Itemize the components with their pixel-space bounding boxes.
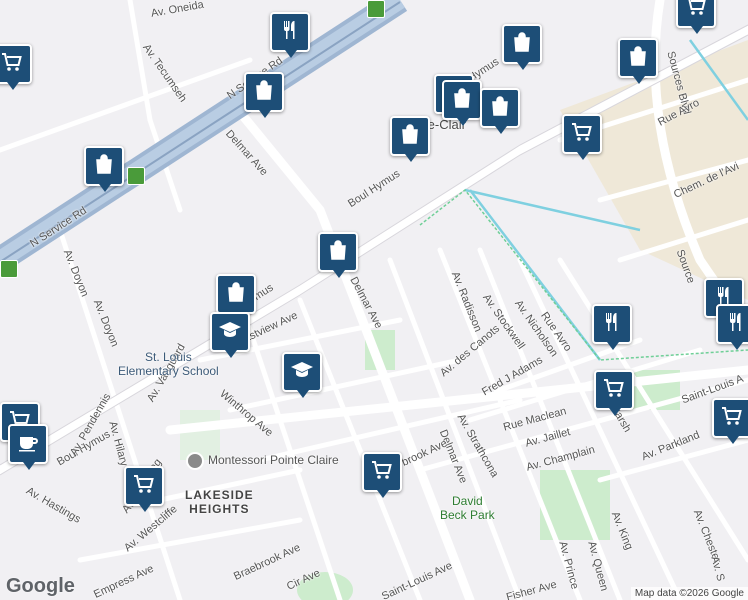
- shopping-bag-icon: [488, 94, 512, 123]
- map-attribution[interactable]: Map data ©2026 Google: [630, 587, 748, 600]
- school-marker[interactable]: [282, 352, 322, 398]
- cafe-marker[interactable]: [8, 424, 48, 470]
- place-label-school[interactable]: St. Louis Elementary School: [118, 350, 219, 378]
- shopping-marker[interactable]: [480, 88, 520, 134]
- shopping-marker[interactable]: [390, 116, 430, 162]
- shopping-bag-icon: [224, 280, 248, 309]
- shopping-marker[interactable]: [502, 24, 542, 70]
- google-logo[interactable]: Google: [6, 575, 75, 598]
- park-label-line1: David: [452, 494, 483, 508]
- restaurant-marker[interactable]: [592, 304, 632, 350]
- grocery-marker[interactable]: [594, 370, 634, 416]
- shopping-marker[interactable]: [84, 146, 124, 192]
- map-canvas[interactable]: Av. Oneida Av. Tecumseh N Service Rd N S…: [0, 0, 748, 600]
- highway-shield-icon: [0, 260, 18, 278]
- place-label-lakeside: LAKESIDE: [185, 488, 254, 502]
- place-label-school-line2: Elementary School: [118, 364, 219, 378]
- place-label-school-line1: St. Louis: [145, 350, 192, 364]
- shopping-bag-icon: [450, 86, 474, 115]
- park-label-line2: Beck Park: [440, 508, 495, 522]
- shopping-bag-icon: [92, 152, 116, 181]
- place-label-heights: HEIGHTS: [189, 502, 250, 516]
- highway-shield-icon: [127, 167, 145, 185]
- graduation-cap-icon: [218, 318, 242, 347]
- place-label-lakeside-heights: LAKESIDE HEIGHTS: [185, 488, 254, 516]
- shopping-marker[interactable]: [618, 38, 658, 84]
- shopping-cart-icon: [684, 0, 708, 23]
- shopping-bag-icon: [326, 238, 350, 267]
- shopping-bag-icon: [626, 44, 650, 73]
- shopping-cart-icon: [0, 50, 24, 79]
- shopping-marker[interactable]: [244, 72, 284, 118]
- shopping-marker[interactable]: [318, 232, 358, 278]
- fork-knife-icon: [278, 18, 302, 47]
- fork-knife-icon: [724, 310, 748, 339]
- grocery-marker[interactable]: [562, 114, 602, 160]
- school-marker[interactable]: [210, 312, 250, 358]
- shopping-cart-icon: [132, 472, 156, 501]
- grocery-marker[interactable]: [676, 0, 716, 34]
- shopping-cart-icon: [570, 120, 594, 149]
- map-base-layer: [0, 0, 748, 600]
- shopping-bag-icon: [398, 122, 422, 151]
- grocery-marker[interactable]: [362, 452, 402, 498]
- shopping-bag-icon: [252, 78, 276, 107]
- graduation-cap-icon: [290, 358, 314, 387]
- shopping-marker[interactable]: [442, 80, 482, 126]
- shopping-cart-icon: [370, 458, 394, 487]
- coffee-cup-icon: [16, 430, 40, 459]
- shopping-cart-icon: [602, 376, 626, 405]
- highway-shield-icon: [367, 0, 385, 18]
- place-label-montessori[interactable]: Montessori Pointe Claire: [208, 453, 339, 467]
- grocery-marker[interactable]: [124, 466, 164, 512]
- restaurant-marker[interactable]: [716, 304, 748, 350]
- restaurant-marker[interactable]: [270, 12, 310, 58]
- grocery-marker[interactable]: [0, 44, 32, 90]
- shopping-marker[interactable]: [216, 274, 256, 320]
- poi-pin-icon[interactable]: [186, 452, 204, 470]
- fork-knife-icon: [600, 310, 624, 339]
- shopping-cart-icon: [720, 404, 744, 433]
- place-label-david-beck-park[interactable]: David Beck Park: [440, 494, 495, 522]
- grocery-marker[interactable]: [712, 398, 748, 444]
- shopping-bag-icon: [510, 30, 534, 59]
